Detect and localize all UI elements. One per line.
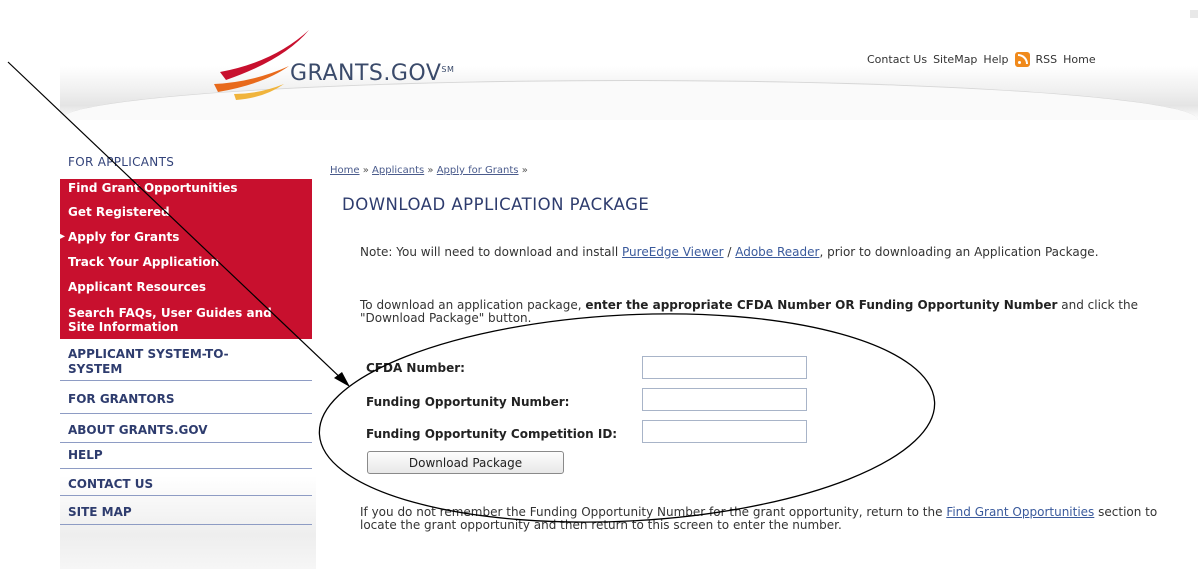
scrollbar-edge xyxy=(1190,10,1198,18)
instr-prefix: To download an application package, xyxy=(360,298,586,312)
sidebar-item-applicant-system-to-system[interactable]: APPLICANT SYSTEM-TO- SYSTEM xyxy=(60,347,312,381)
logo-text: GRANTS.GOVSM xyxy=(290,61,454,86)
pureedge-viewer-link[interactable]: PureEdge Viewer xyxy=(622,245,724,259)
help-link[interactable]: Help xyxy=(983,53,1008,66)
logo-wordmark: GRANTS.GOV xyxy=(290,61,442,86)
home-link[interactable]: Home xyxy=(1063,53,1095,66)
sidebar-item-search-faqs[interactable]: Search FAQs, User Guides and Site Inform… xyxy=(68,306,272,334)
funding-opportunity-number-label: Funding Opportunity Number: xyxy=(366,395,570,409)
sidebar-item-for-grantors[interactable]: FOR GRANTORS xyxy=(60,392,312,414)
cfda-number-input[interactable] xyxy=(642,356,807,379)
download-instructions: To download an application package, ente… xyxy=(360,299,1185,325)
sidebar-item-track-your-application[interactable]: Track Your Application xyxy=(68,255,219,269)
sidebar-item-s2s-line2: SYSTEM xyxy=(68,362,123,376)
sidebar-item-get-registered[interactable]: Get Registered xyxy=(68,205,170,219)
instr-bold: enter the appropriate CFDA Number OR Fun… xyxy=(585,298,1058,312)
logo-service-mark: SM xyxy=(441,65,455,74)
annotation-arrowhead-icon xyxy=(334,372,350,387)
note-separator: / xyxy=(723,245,736,259)
note-prefix: Note: You will need to download and inst… xyxy=(360,245,623,259)
sidebar-item-contact-us[interactable]: CONTACT US xyxy=(60,477,312,496)
breadcrumb-home[interactable]: Home xyxy=(330,165,360,176)
breadcrumb: Home » Applicants » Apply for Grants » xyxy=(330,165,528,176)
rss-icon[interactable] xyxy=(1014,52,1030,67)
competition-id-label: Funding Opportunity Competition ID: xyxy=(366,427,618,441)
page-title: DOWNLOAD APPLICATION PACKAGE xyxy=(342,195,650,214)
sidebar-item-about-grants-gov[interactable]: ABOUT GRANTS.GOV xyxy=(60,423,312,443)
sidebar-item-s2s-line1: APPLICANT SYSTEM-TO- xyxy=(68,347,229,361)
breadcrumb-apply-for-grants[interactable]: Apply for Grants xyxy=(437,165,519,176)
download-package-button[interactable]: Download Package xyxy=(367,451,564,474)
sidebar-item-applicant-resources[interactable]: Applicant Resources xyxy=(68,280,206,294)
annotation-ellipse xyxy=(318,313,936,523)
hint-prefix: If you do not remember the Funding Oppor… xyxy=(360,505,947,519)
sidebar-item-site-map[interactable]: SITE MAP xyxy=(60,505,312,525)
contact-us-link[interactable]: Contact Us xyxy=(867,53,927,66)
sidebar-item-search-faqs-line2: Site Information xyxy=(68,320,179,334)
sidebar-item-help[interactable]: HELP xyxy=(60,448,312,469)
sidebar-item-search-faqs-line1: Search FAQs, User Guides and xyxy=(68,306,272,320)
funding-opportunity-number-input[interactable] xyxy=(642,388,807,411)
prerequisite-note: Note: You will need to download and inst… xyxy=(360,246,1180,259)
cfda-number-label: CFDA Number: xyxy=(366,361,465,375)
sidebar-item-apply-for-grants[interactable]: Apply for Grants xyxy=(60,230,179,244)
note-suffix: , prior to downloading an Application Pa… xyxy=(819,245,1099,259)
adobe-reader-link[interactable]: Adobe Reader xyxy=(735,245,819,259)
find-grant-opportunities-link[interactable]: Find Grant Opportunities xyxy=(946,505,1094,519)
top-nav: Contact Us SiteMap Help RSS Home xyxy=(867,52,1096,67)
competition-id-input[interactable] xyxy=(642,420,807,443)
breadcrumb-separator: » xyxy=(362,165,369,176)
lookup-hint: If you do not remember the Funding Oppor… xyxy=(360,506,1160,532)
breadcrumb-separator: » xyxy=(521,165,528,176)
breadcrumb-applicants[interactable]: Applicants xyxy=(372,165,424,176)
sidebar-item-find-grant-opportunities[interactable]: Find Grant Opportunities xyxy=(68,181,238,195)
sidebar-heading[interactable]: FOR APPLICANTS xyxy=(60,150,306,177)
breadcrumb-separator: » xyxy=(427,165,434,176)
sitemap-link[interactable]: SiteMap xyxy=(933,53,977,66)
rss-link[interactable]: RSS xyxy=(1036,53,1058,66)
